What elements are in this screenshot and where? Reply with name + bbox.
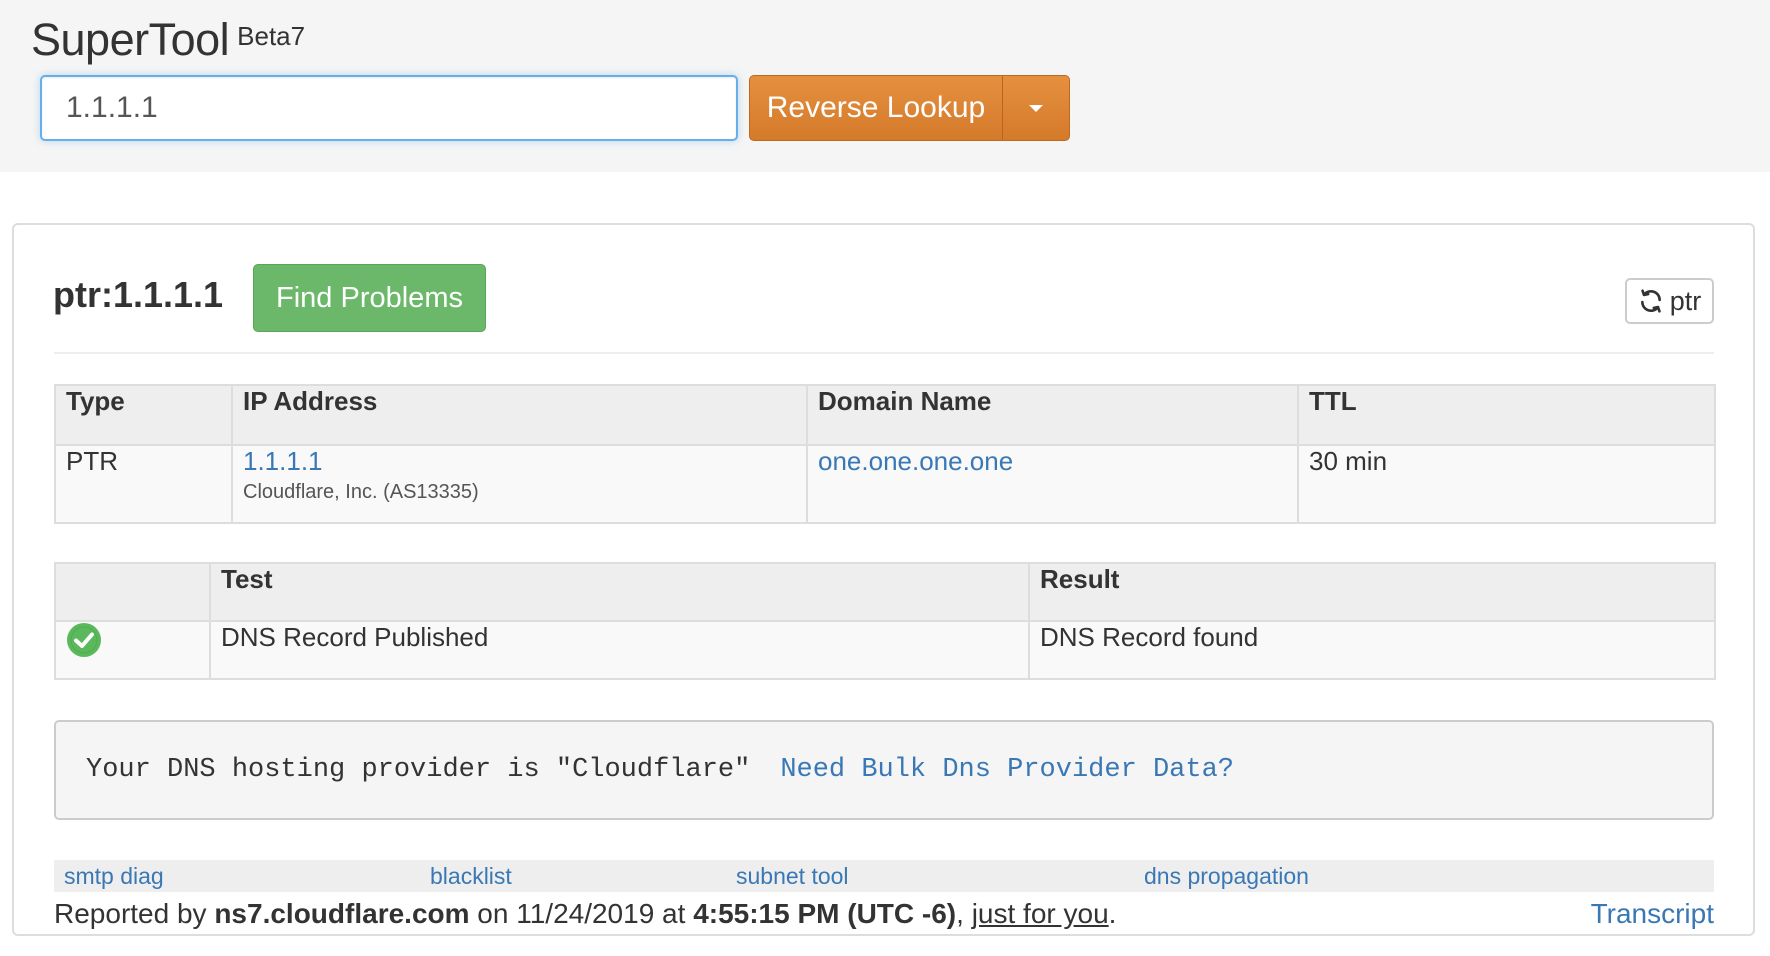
brand: SuperTool Beta7: [31, 14, 305, 66]
divider: [54, 352, 1714, 354]
domain-name-link[interactable]: one.one.one.one: [818, 446, 1013, 476]
header-bar: SuperToolBeta7 Reverse Lookup: [0, 0, 1770, 172]
tests-table: Test Result DNS Record Published DNS Rec…: [54, 562, 1716, 680]
lookup-button-group: Reverse Lookup: [749, 75, 1070, 141]
record-ttl: 30 min: [1297, 444, 1716, 524]
provider-text: Your DNS hosting provider is "Cloudflare…: [86, 755, 751, 785]
column-header-test: Test: [209, 562, 1030, 622]
find-problems-button[interactable]: Find Problems: [253, 264, 486, 332]
footer-prefix: Reported by: [54, 898, 215, 929]
test-result: DNS Record found: [1028, 620, 1716, 680]
reverse-lookup-button[interactable]: Reverse Lookup: [749, 75, 1002, 141]
record-type: PTR: [54, 444, 233, 524]
refresh-ptr-button[interactable]: ptr: [1625, 278, 1714, 324]
refresh-icon: [1640, 289, 1661, 313]
smtp-diag-link[interactable]: smtp diag: [64, 863, 164, 890]
column-header-result: Result: [1028, 562, 1716, 622]
caret-down-icon: [1029, 104, 1043, 112]
column-header-ip: IP Address: [231, 384, 808, 446]
footer-comma: ,: [956, 898, 972, 929]
record-ip-cell: 1.1.1.1 Cloudflare, Inc. (AS13335): [231, 444, 808, 524]
column-header-type: Type: [54, 384, 233, 446]
brand-name: SuperTool: [31, 14, 230, 65]
column-header-domain: Domain Name: [806, 384, 1299, 446]
column-header-status: [54, 562, 211, 622]
table-row: DNS Record Published DNS Record found: [54, 620, 1716, 680]
brand-badge: Beta7: [237, 21, 306, 51]
test-name: DNS Record Published: [209, 620, 1030, 680]
test-status-cell: [54, 620, 211, 680]
dns-propagation-link[interactable]: dns propagation: [1144, 863, 1309, 890]
table-header-row: Type IP Address Domain Name TTL: [54, 384, 1716, 446]
check-circle-icon: [67, 623, 101, 657]
record-domain-cell: one.one.one.one: [806, 444, 1299, 524]
tools-links: smtp diag blacklist subnet tool dns prop…: [54, 860, 1714, 892]
report-time: 4:55:15 PM (UTC -6): [693, 898, 957, 929]
subnet-tool-link[interactable]: subnet tool: [736, 863, 849, 890]
dns-provider-notice: Your DNS hosting provider is "Cloudflare…: [54, 720, 1714, 820]
bulk-provider-data-link[interactable]: Need Bulk Dns Provider Data?: [780, 755, 1234, 785]
transcript-link[interactable]: Transcript: [1591, 898, 1714, 930]
table-row: PTR 1.1.1.1 Cloudflare, Inc. (AS13335) o…: [54, 444, 1716, 524]
footer-date: on 11/24/2019 at: [469, 898, 694, 929]
search-input[interactable]: [40, 75, 738, 141]
just-for-you-link[interactable]: just for you: [972, 898, 1109, 929]
report-footer: Reported by ns7.cloudflare.com on 11/24/…: [54, 898, 1714, 934]
ip-address-link[interactable]: 1.1.1.1: [243, 446, 796, 477]
page-title: ptr:1.1.1.1: [53, 274, 224, 315]
blacklist-link[interactable]: blacklist: [430, 863, 512, 890]
ip-owner: Cloudflare, Inc. (AS13335): [243, 481, 479, 503]
column-header-ttl: TTL: [1297, 384, 1716, 446]
refresh-ptr-label: ptr: [1669, 285, 1702, 316]
lookup-dropdown-toggle[interactable]: [1002, 75, 1070, 141]
table-header-row: Test Result: [54, 562, 1716, 622]
dns-records-table: Type IP Address Domain Name TTL PTR 1.1.…: [54, 384, 1716, 524]
footer-period: .: [1108, 898, 1117, 929]
reporting-server: ns7.cloudflare.com: [214, 898, 470, 929]
